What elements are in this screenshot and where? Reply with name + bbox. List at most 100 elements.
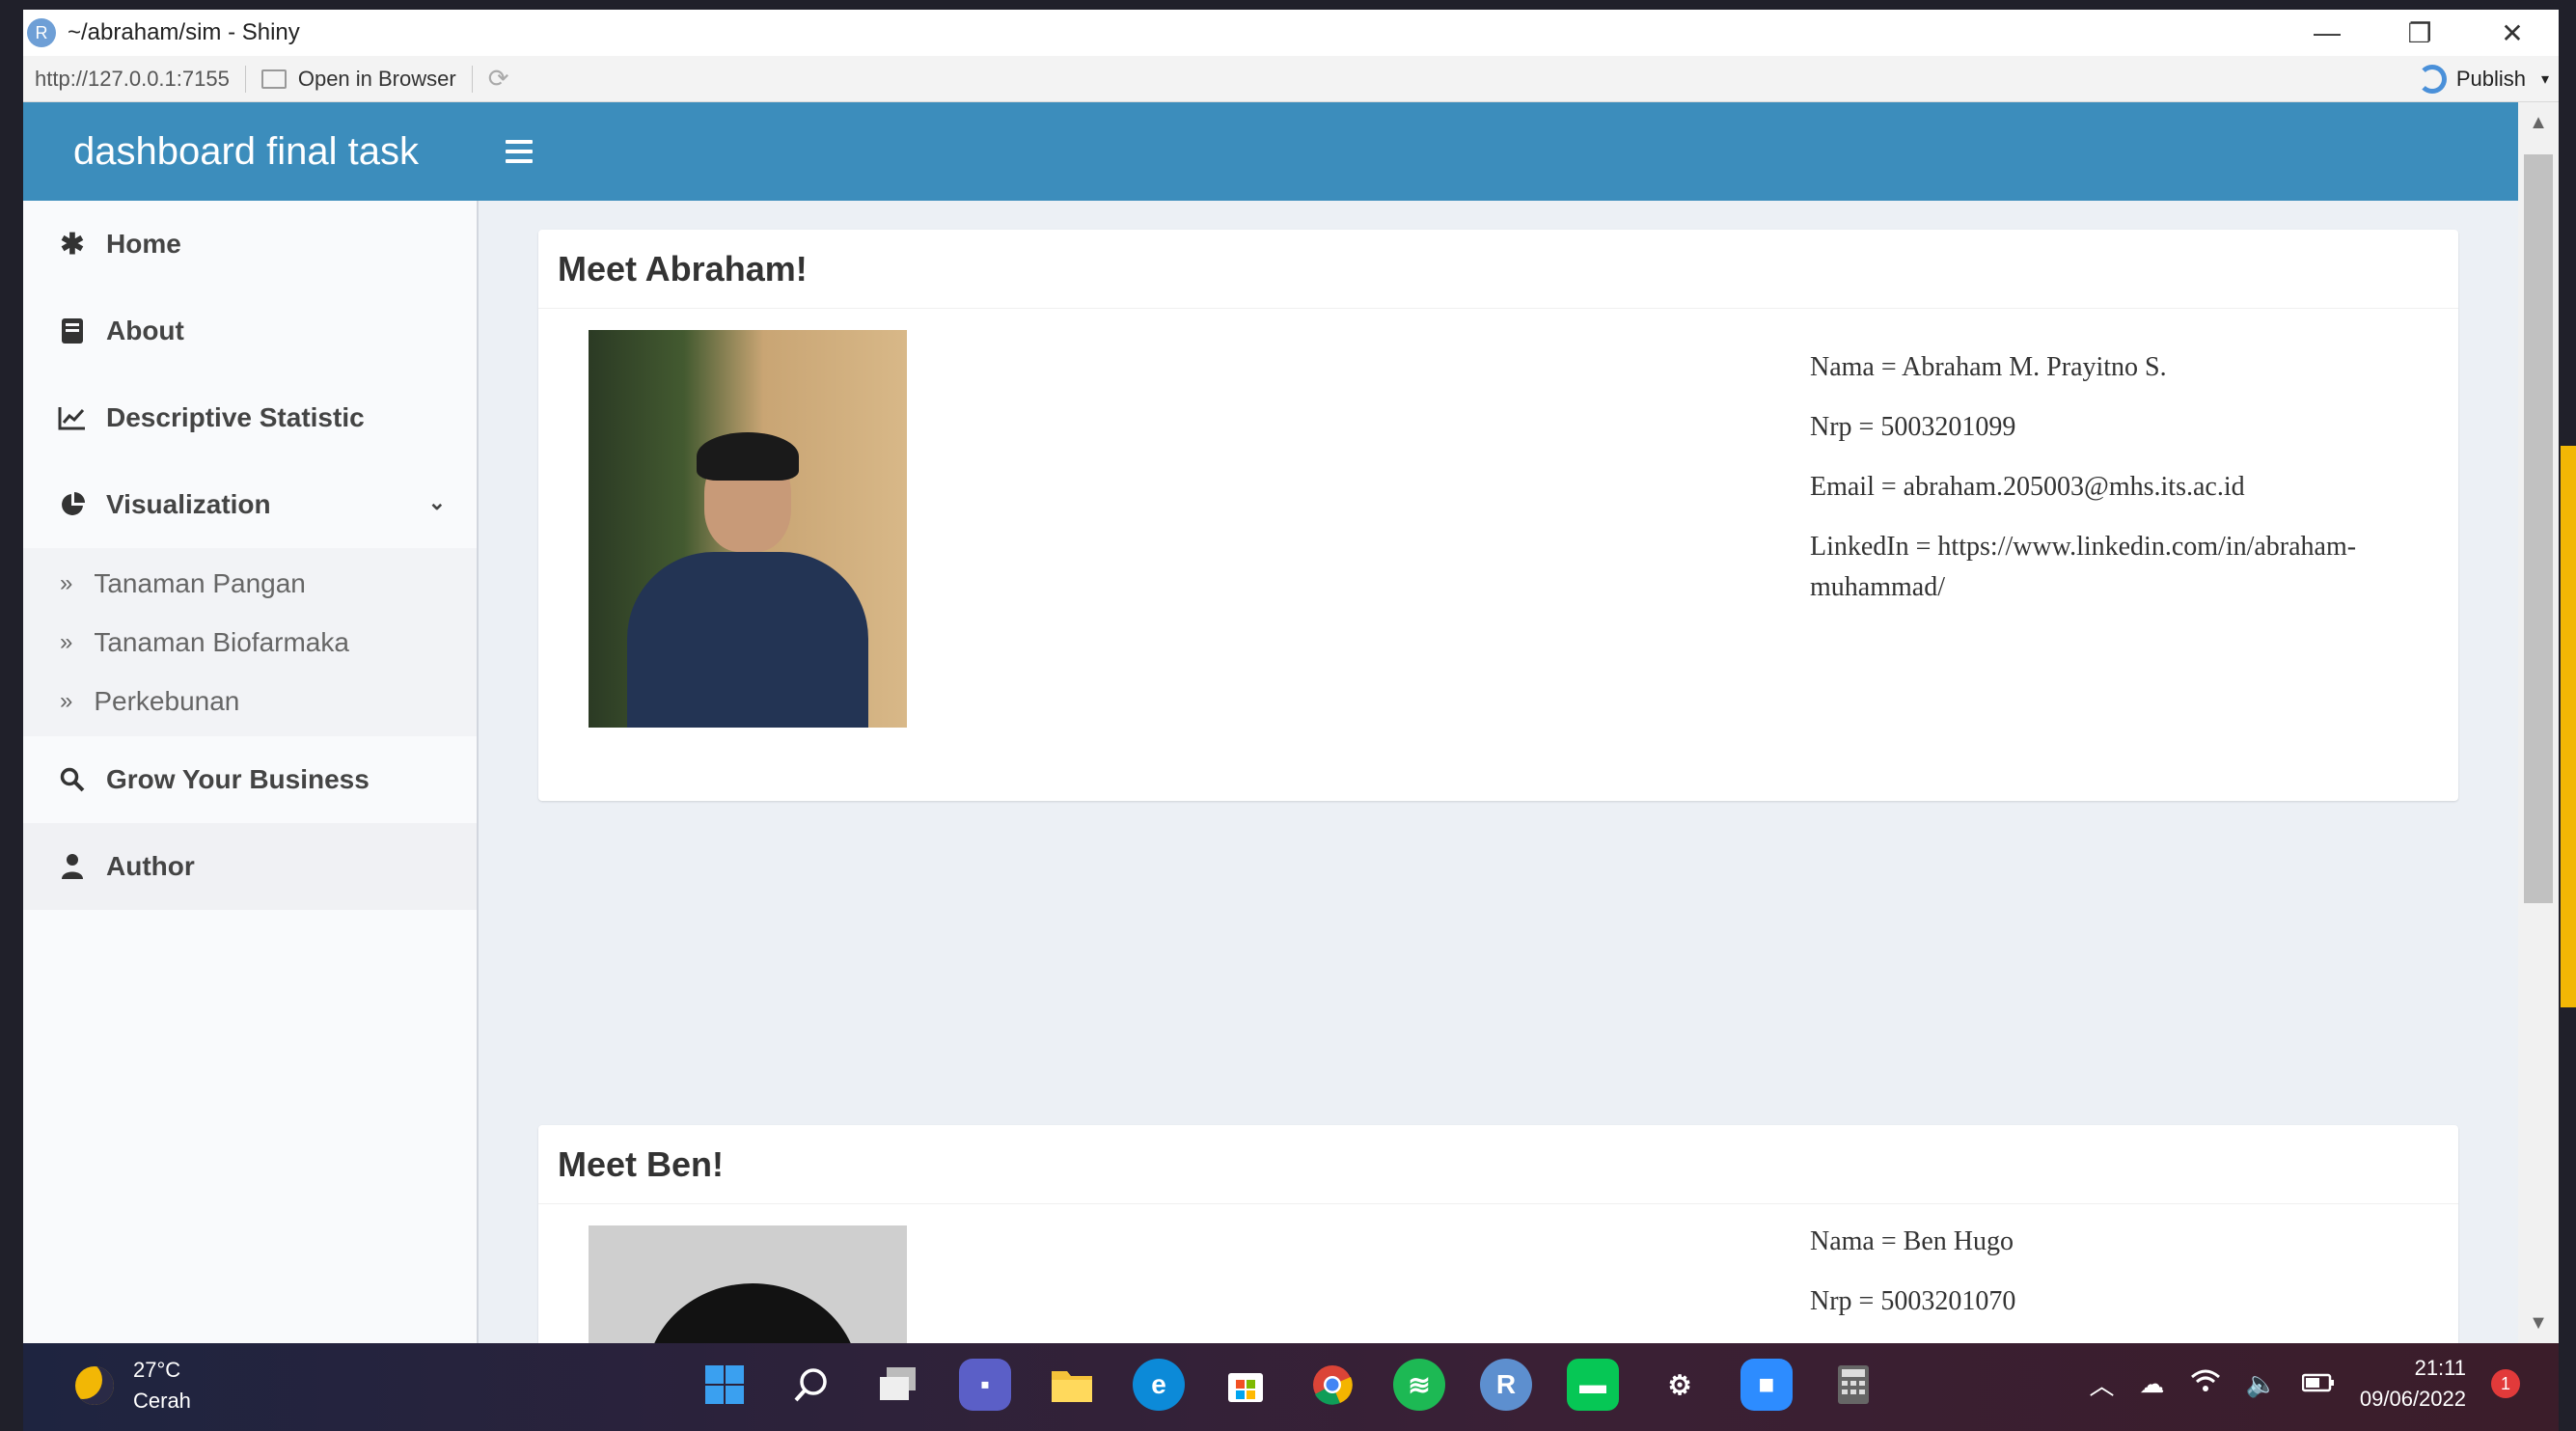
weather-temperature: 27°C [133, 1358, 181, 1382]
chevron-up-icon[interactable]: ︿ [2090, 1366, 2115, 1402]
minimize-button[interactable]: — [2281, 10, 2373, 56]
settings-gear-icon[interactable]: ⚙ [1654, 1359, 1706, 1411]
line-chat-icon[interactable]: ▬ [1567, 1359, 1619, 1411]
double-chevron-right-icon: » [60, 687, 73, 714]
sidebar-toggle-icon[interactable] [506, 129, 540, 174]
volume-icon[interactable]: 🔈 [2246, 1369, 2277, 1399]
sidebar-item-label: Home [106, 229, 181, 259]
box-title: Meet Ben! [538, 1125, 2458, 1204]
scroll-up-icon[interactable]: ▲ [2518, 106, 2559, 139]
rstudio-shiny-window: R ~/abraham/sim - Shiny — ❐ ✕ http://127… [23, 10, 2559, 1343]
taskbar: 27°C Cerah ▪ e ≋ R ▬ ⚙ ■ ︿ ☁ 🔈 21:11 09/… [23, 1343, 2559, 1431]
title-bar: R ~/abraham/sim - Shiny — ❐ ✕ [23, 10, 2559, 56]
pie-chart-icon [56, 491, 89, 518]
zoom-icon[interactable]: ■ [1740, 1359, 1793, 1411]
open-in-browser-label: Open in Browser [297, 66, 456, 91]
windows-start-icon[interactable] [699, 1359, 751, 1411]
task-view-icon[interactable] [872, 1359, 924, 1411]
divider [244, 65, 246, 93]
clock[interactable]: 21:11 09/06/2022 [2360, 1353, 2466, 1415]
teams-chat-icon[interactable]: ▪ [959, 1359, 1011, 1411]
subitem-perkebunan[interactable]: » Perkebunan [23, 672, 477, 730]
notification-badge[interactable]: 1 [2491, 1369, 2520, 1398]
open-in-browser-button[interactable]: Open in Browser [260, 66, 456, 92]
battery-icon[interactable] [2301, 1369, 2335, 1399]
rstudio-icon[interactable]: R [1480, 1359, 1532, 1411]
scrollbar-thumb[interactable] [2524, 154, 2553, 903]
author-info: Nama = Ben Hugo Nrp = 5003201070 [1810, 1222, 2427, 1341]
onedrive-cloud-icon[interactable]: ☁ [2140, 1369, 2165, 1399]
author-photo [589, 1225, 907, 1343]
scroll-down-icon[interactable]: ▼ [2518, 1307, 2559, 1339]
sidebar-item-author[interactable]: Author [23, 823, 477, 910]
browser-window-icon [260, 69, 287, 89]
chevron-down-icon[interactable]: ▾ [2541, 69, 2549, 89]
subitem-label: Perkebunan [94, 685, 240, 716]
window-title: ~/abraham/sim - Shiny [68, 19, 300, 45]
author-linkedin: LinkedIn = https://www.linkedin.com/in/a… [1810, 532, 2357, 602]
box-title: Meet Abraham! [538, 230, 2458, 309]
chart-line-icon [56, 405, 89, 430]
viewer-toolbar: http://127.0.0.1:7155 Open in Browser ⟳ … [23, 56, 2559, 102]
visualization-submenu: » Tanaman Pangan » Tanaman Biofarmaka » … [23, 548, 477, 736]
search-icon [56, 767, 89, 792]
moon-icon [75, 1366, 114, 1405]
user-icon [56, 853, 89, 880]
author-name: Nama = Ben Hugo [1810, 1226, 2014, 1256]
vertical-scrollbar[interactable]: ▲ ▼ [2518, 102, 2559, 1343]
author-info: Nama = Abraham M. Prayitno S. Nrp = 5003… [1810, 347, 2427, 627]
author-box: Meet Ben! Nama = Ben Hugo Nrp = 50032010… [538, 1125, 2458, 1343]
subitem-label: Tanaman Biofarmaka [94, 626, 349, 657]
system-tray: ︿ ☁ 🔈 21:11 09/06/2022 1 [2090, 1353, 2520, 1415]
publish-label: Publish [2455, 67, 2526, 91]
file-explorer-icon[interactable] [1046, 1359, 1098, 1411]
sidebar: ✱ Home About Descriptive Statistic Visua… [23, 201, 479, 1343]
sidebar-item-descriptive-statistic[interactable]: Descriptive Statistic [23, 374, 477, 461]
url-text: http://127.0.0.1:7155 [35, 66, 230, 91]
double-chevron-right-icon: » [60, 569, 73, 596]
calculator-icon[interactable] [1827, 1359, 1879, 1411]
close-button[interactable]: ✕ [2466, 10, 2559, 56]
search-icon[interactable] [785, 1359, 837, 1411]
sidebar-item-label: Visualization [106, 489, 271, 519]
sidebar-item-label: Descriptive Statistic [106, 402, 365, 432]
chrome-icon[interactable] [1306, 1359, 1358, 1411]
double-chevron-right-icon: » [60, 628, 73, 655]
author-nrp: Nrp = 5003201099 [1810, 412, 2016, 442]
sidebar-item-label: Grow Your Business [106, 764, 370, 794]
r-logo-icon: R [27, 18, 56, 47]
author-photo [589, 330, 907, 728]
subitem-label: Tanaman Pangan [94, 567, 306, 598]
window-controls: — ❐ ✕ [2281, 10, 2559, 56]
shiny-dashboard: dashboard final task ✱ Home About Descri… [23, 102, 2518, 1343]
author-box: Meet Abraham! Nama = Abraham M. Prayitno… [538, 230, 2458, 801]
clock-date: 09/06/2022 [2359, 1387, 2466, 1411]
edge-browser-icon[interactable]: e [1133, 1359, 1185, 1411]
publish-icon [2417, 65, 2447, 94]
author-nrp: Nrp = 5003201070 [1810, 1286, 2016, 1316]
sidebar-item-grow-your-business[interactable]: Grow Your Business [23, 736, 477, 823]
publish-button[interactable]: Publish ▾ [2417, 56, 2549, 102]
subitem-tanaman-pangan[interactable]: » Tanaman Pangan [23, 554, 477, 613]
subitem-tanaman-biofarmaka[interactable]: » Tanaman Biofarmaka [23, 613, 477, 672]
restore-button[interactable]: ❐ [2373, 10, 2466, 56]
asterisk-icon: ✱ [60, 228, 85, 261]
weather-condition: Cerah [133, 1389, 191, 1413]
main-header: dashboard final task [23, 102, 2518, 201]
clock-time: 21:11 [2414, 1356, 2466, 1380]
desktop-accent-bar [2561, 446, 2576, 1007]
content-area: Meet Abraham! Nama = Abraham M. Prayitno… [480, 201, 2518, 1343]
store-icon[interactable] [1219, 1359, 1272, 1411]
taskbar-apps: ▪ e ≋ R ▬ ⚙ ■ [699, 1359, 1879, 1411]
sidebar-item-about[interactable]: About [23, 288, 477, 374]
sidebar-item-home[interactable]: ✱ Home [23, 201, 477, 288]
wifi-icon[interactable] [2190, 1368, 2221, 1400]
book-icon [56, 317, 89, 344]
weather-widget[interactable]: 27°C Cerah [75, 1355, 191, 1417]
app-title[interactable]: dashboard final task [23, 102, 479, 201]
spotify-icon[interactable]: ≋ [1393, 1359, 1445, 1411]
author-email: Email = abraham.205003@mhs.its.ac.id [1810, 472, 2245, 502]
sidebar-item-visualization[interactable]: Visualization ⌄ [23, 461, 477, 548]
divider [471, 65, 473, 93]
refresh-icon[interactable]: ⟳ [488, 64, 509, 94]
